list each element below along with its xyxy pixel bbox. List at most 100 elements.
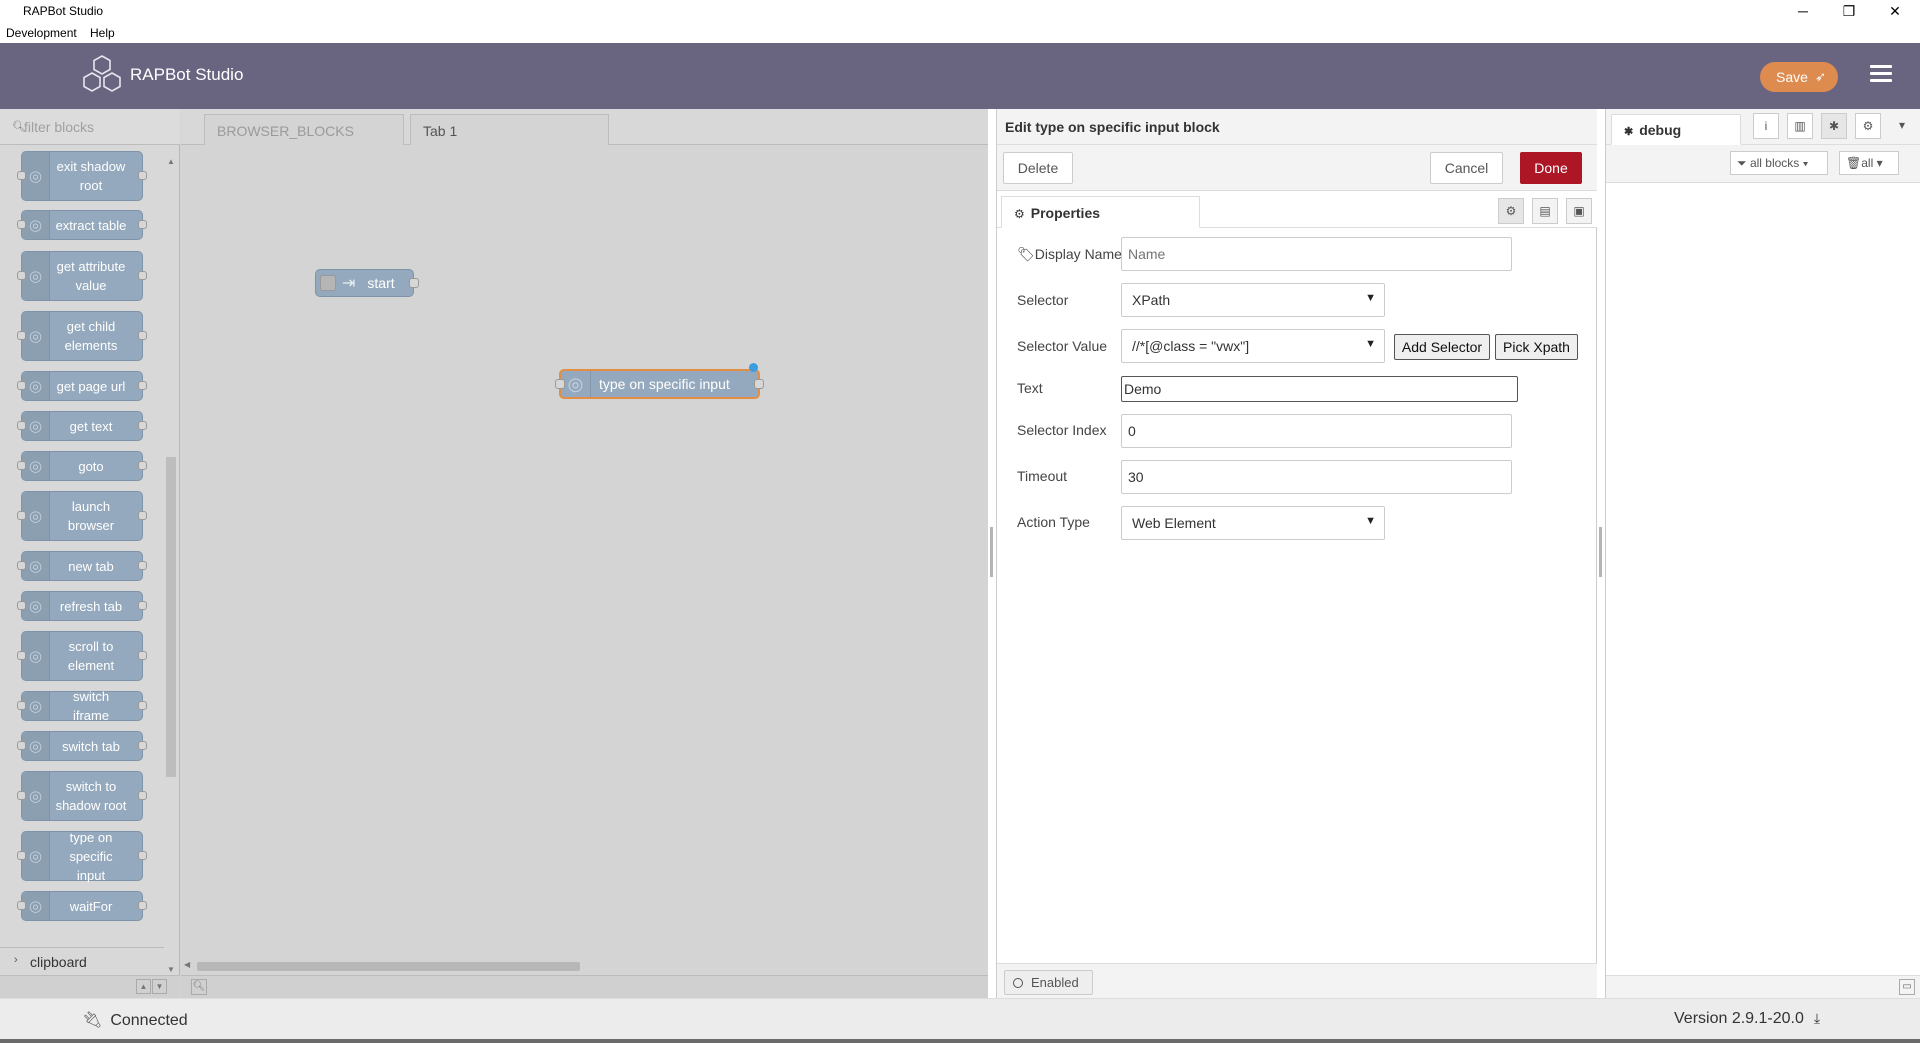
palette-category-clipboard[interactable]: › clipboard [0,947,164,975]
display-name-input[interactable] [1121,237,1512,271]
flow-node-start[interactable]: ⇥ start [315,269,419,297]
collapse-all-icon[interactable]: ▲ [136,979,151,994]
book-icon[interactable]: ▥ [1787,113,1813,139]
globe-icon: ◎ [22,252,50,300]
edit-block-tray: Edit type on specific input block Delete… [996,109,1597,998]
editor-title: Edit type on specific input block [997,109,1597,145]
add-selector-button[interactable]: Add Selector [1394,334,1490,360]
palette-block-switch-tab[interactable]: ◎ switch tab [17,731,147,761]
close-window-button[interactable]: ✕ [1872,0,1918,22]
tab-browser-blocks[interactable]: BROWSER_BLOCKS [204,114,404,145]
appearance-icon[interactable]: ▣ [1566,198,1592,224]
open-window-icon[interactable]: ▭ [1899,979,1915,995]
done-button[interactable]: Done [1520,152,1582,184]
palette-block-goto[interactable]: ◎ goto [17,451,147,481]
menu-development[interactable]: Development [6,26,77,40]
filter-blocks-dropdown[interactable]: ⏷ all blocks ▾ [1730,151,1828,175]
zoom-search-icon[interactable]: 🔍︎ [191,979,207,995]
globe-icon: ◎ [22,632,50,680]
scroll-left-arrow-icon[interactable]: ◀ [184,960,190,969]
globe-icon: ◎ [22,732,50,760]
delete-button[interactable]: Delete [1003,152,1073,184]
clear-messages-dropdown[interactable]: 🗑︎all ▾ [1839,151,1899,175]
gear-icon: ⚙ [1014,207,1025,221]
globe-icon: ◎ [22,552,50,580]
scroll-down-arrow-icon[interactable]: ▼ [167,965,175,974]
restore-button[interactable]: ❐ [1826,0,1872,22]
palette-scrollbar-thumb[interactable] [166,457,176,777]
tab-tab-1[interactable]: Tab 1 [410,114,609,145]
palette-block-get-attribute-value[interactable]: ◎ get attribute value [17,251,147,301]
info-icon[interactable]: i [1753,113,1779,139]
tab-properties[interactable]: ⚙ Properties [1001,196,1200,228]
text-label: Text [1017,380,1043,396]
palette-block-exit-shadow-root[interactable]: ◎ exit shadow root [17,151,147,201]
status-bar: 🔌︎ Connected Version 2.9.1-20.0 ⤓ [0,998,1920,1039]
palette-block-get-text[interactable]: ◎ get text [17,411,147,441]
settings-gear-icon[interactable]: ⚙ [1855,113,1881,139]
timeout-input[interactable] [1121,460,1512,494]
palette-block-get-child-elements[interactable]: ◎ get child elements [17,311,147,361]
enabled-toggle[interactable]: Enabled [1004,970,1093,995]
globe-icon: ◎ [22,492,50,540]
flow-node-type-on-specific-input[interactable]: ◎ type on specific input [555,363,764,399]
palette-block-extract-table[interactable]: ◎ extract table [17,210,147,240]
description-icon[interactable]: ▤ [1532,198,1558,224]
pick-xpath-button[interactable]: Pick Xpath [1495,334,1578,360]
filter-blocks-input[interactable] [24,117,164,137]
text-input[interactable] [1121,376,1518,402]
globe-icon: ◎ [22,452,50,480]
globe-icon: ◎ [22,892,50,920]
palette-block-switch-iframe[interactable]: ◎ switch iframe [17,689,147,723]
editor-resize-handle[interactable] [990,527,993,577]
selector-index-input[interactable] [1121,414,1512,448]
properties-gear-icon[interactable]: ⚙ [1498,198,1524,224]
chevron-down-icon[interactable]: ▾ [1889,113,1915,139]
palette-block-label: exit shadow root [56,159,126,193]
save-button[interactable]: Save ➶ [1760,62,1838,92]
palette-scrollbar[interactable]: ▲ ▼ [164,157,178,977]
rocket-icon: ➶ [1815,69,1826,84]
action-type-value: Web Element [1132,515,1216,531]
selector-select[interactable]: XPath ▼ [1121,283,1385,317]
globe-icon: ◎ [22,592,50,620]
window-titlebar: RAPBot Studio ─ ❐ ✕ [0,0,1920,22]
palette-block-waitfor[interactable]: ◎ waitFor [17,891,147,921]
palette-block-switch-to-shadow-root[interactable]: ◎ switch to shadow root [17,771,147,821]
menu-help[interactable]: Help [90,26,115,40]
palette-block-refresh-tab[interactable]: ◎ refresh tab [17,591,147,621]
palette-block-launch-browser[interactable]: ◎ launch browser [17,491,147,541]
palette-block-label: scroll to element [67,639,115,673]
download-icon[interactable]: ⤓ [1814,1010,1820,1026]
filter-icon: ⏷ [1737,156,1747,170]
palette-footer: ▲ ▼ [0,975,180,998]
palette-block-label: goto [78,458,104,474]
save-label: Save [1776,69,1808,85]
expand-all-icon[interactable]: ▼ [152,979,167,994]
palette-block-type-on-specific-input[interactable]: ◎ type on specific input [17,830,147,883]
minimize-button[interactable]: ─ [1780,0,1826,22]
display-name-label: 🏷︎Display Name [1017,246,1122,262]
canvas-horizontal-scrollbar[interactable]: ◀ [181,955,988,975]
action-type-select[interactable]: Web Element ▼ [1121,506,1385,540]
inject-button[interactable] [320,275,336,291]
flow-canvas[interactable]: ⇥ start ◎ type on specific input [181,145,988,965]
trash-icon: 🗑︎ [1846,156,1862,170]
palette-block-scroll-to-element[interactable]: ◎ scroll to element [17,631,147,681]
scroll-up-arrow-icon[interactable]: ▲ [167,157,175,166]
globe-icon: ◎ [22,832,50,880]
cancel-button[interactable]: Cancel [1430,152,1503,184]
palette-block-new-tab[interactable]: ◎ new tab [17,551,147,581]
logo-icon [83,55,121,92]
sidebar-resize-handle[interactable] [1599,527,1602,577]
debug-bug-icon[interactable]: ✱ [1821,113,1847,139]
flow-node-label: start [367,275,395,291]
filter-blocks-label: all blocks [1749,156,1800,170]
chevron-down-icon: ▼ [1365,515,1376,527]
plug-icon: 🔌︎ [82,1012,103,1029]
hamburger-menu-icon[interactable] [1870,65,1892,85]
selector-value-select[interactable]: //*[@class = "vwx"] ▼ [1121,329,1385,363]
tab-debug[interactable]: ✱ debug [1611,114,1741,145]
palette-block-get-page-url[interactable]: ◎ get page url [17,371,147,401]
canvas-scrollbar-thumb[interactable] [197,962,580,971]
